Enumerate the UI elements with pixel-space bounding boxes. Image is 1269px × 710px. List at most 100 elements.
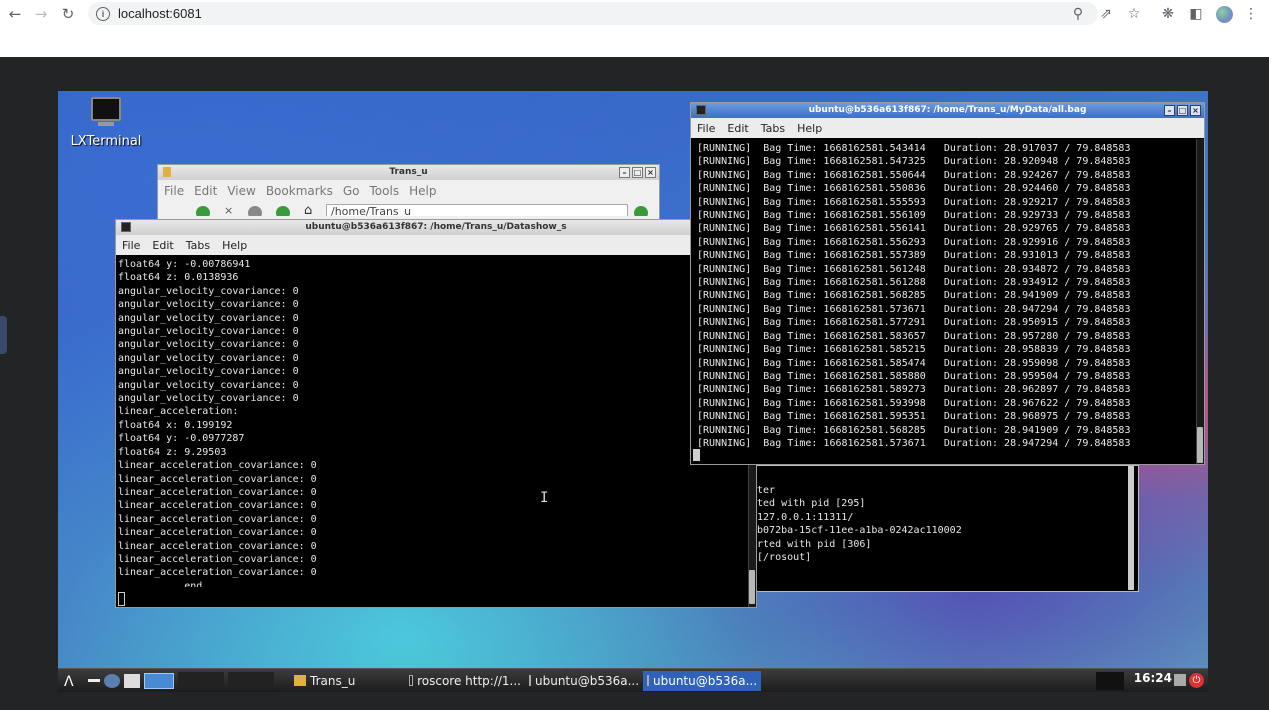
terminal-line: [RUNNING] Bag Time: 1668162581.557389 Du…	[697, 250, 1131, 262]
extensions-icon[interactable]: ❋	[1158, 4, 1178, 24]
task-trans-u[interactable]: Trans_u	[290, 671, 405, 691]
menu-edit[interactable]: Edit	[152, 239, 173, 252]
back-arrow-icon[interactable]: ←	[4, 3, 26, 25]
home-icon[interactable]: ⌂	[304, 203, 312, 216]
rosbag-terminal-titlebar[interactable]: ubuntu@b536a613f867: /home/Trans_u/MyDat…	[691, 103, 1204, 118]
screen-lock-icon[interactable]	[1174, 674, 1186, 686]
workspace-2[interactable]	[178, 671, 224, 690]
forward-icon[interactable]	[276, 206, 290, 216]
imu-terminal-output[interactable]: float64 y: -0.00786941 float64 z: 0.01389…	[116, 255, 756, 587]
minimize-all-icon[interactable]	[88, 679, 100, 682]
menu-go[interactable]: Go	[343, 184, 360, 198]
menu-file[interactable]: File	[697, 122, 715, 135]
close-button[interactable]: ×	[1190, 105, 1201, 116]
terminal-line: ster	[751, 485, 776, 496]
roscore-scrollbar[interactable]	[1128, 466, 1134, 590]
terminal-icon	[647, 675, 649, 686]
scroll-thumb[interactable]	[749, 570, 755, 604]
menu-bookmarks[interactable]: Bookmarks	[266, 184, 333, 198]
terminal-line: linear_acceleration_covariance: 0	[118, 486, 317, 498]
minimize-button[interactable]: –	[619, 167, 630, 178]
terminal-line: [RUNNING] Bag Time: 1668162581.550836 Du…	[697, 183, 1131, 195]
stop-icon[interactable]	[248, 206, 262, 216]
location-input[interactable]: /home/Trans_u	[326, 204, 628, 216]
address-bar[interactable]: i localhost:6081	[88, 2, 1098, 25]
roscore-terminal-output: ster rted with pid [295]/127.0.0.1:11311/…	[741, 466, 1138, 564]
imu-terminal-menubar: File Edit Tabs Help	[116, 235, 756, 255]
menu-edit[interactable]: Edit	[727, 122, 748, 135]
terminal-line: angular_velocity_covariance: 0	[118, 366, 299, 378]
close-button[interactable]: ×	[645, 167, 656, 178]
menu-file[interactable]: File	[164, 184, 184, 198]
desktop-pager-icon[interactable]	[144, 672, 174, 689]
zoom-icon[interactable]: ⚲	[1068, 4, 1088, 24]
task-ubuntu-terminal-1[interactable]: ubuntu@b536a...	[525, 671, 643, 691]
terminal-line: [RUNNING] Bag Time: 1668162581.543414 Du…	[697, 143, 1131, 154]
site-info-icon[interactable]: i	[96, 6, 110, 21]
terminal-line: linear_acceleration_covariance: 0	[118, 540, 317, 552]
browser-menu-icon[interactable]: ⋮	[1241, 4, 1261, 24]
task-label: roscore http://1...	[417, 673, 521, 688]
menu-help[interactable]: Help	[409, 184, 436, 198]
maximize-button[interactable]: □	[1177, 105, 1188, 116]
back-icon[interactable]	[196, 206, 210, 216]
file-manager-window[interactable]: Trans_u – □ × File Edit View Bookmarks Go …	[157, 164, 660, 222]
terminal-line: [RUNNING] Bag Time: 1668162581.555593 Du…	[697, 196, 1131, 208]
task-roscore[interactable]: roscore http://1...	[405, 671, 525, 691]
workspace-3[interactable]	[228, 671, 274, 690]
lxde-taskbar: Λ Trans_u roscore http://1... ubuntu@b53…	[58, 668, 1208, 692]
forward-arrow-icon[interactable]: →	[30, 3, 52, 25]
vnc-side-panel-handle[interactable]	[0, 316, 7, 354]
terminal-line: arted with pid [306]	[751, 538, 872, 550]
url-text: localhost:6081	[118, 6, 202, 21]
terminal-launcher-icon[interactable]	[124, 673, 140, 688]
menu-help[interactable]: Help	[797, 122, 822, 135]
go-icon[interactable]	[634, 206, 648, 216]
terminal-line: linear_acceleration_covariance: 0	[118, 513, 317, 525]
start-menu-icon[interactable]: Λ	[64, 674, 84, 690]
terminal-line: linear_acceleration_covariance: 0	[118, 567, 317, 579]
logout-power-icon[interactable]: ⏻	[1189, 673, 1204, 688]
menu-view[interactable]: View	[227, 184, 255, 198]
clock[interactable]: 16:24	[1134, 671, 1172, 685]
desktop-icon-lxterminal[interactable]: LXTerminal	[68, 97, 144, 149]
window-title: Trans_u	[389, 167, 428, 177]
rosbag-terminal-output[interactable]: [RUNNING] Bag Time: 1668162581.543414 Du…	[691, 138, 1204, 458]
bookmark-star-icon[interactable]: ☆	[1124, 4, 1144, 24]
app-icon	[294, 675, 306, 686]
imu-terminal-titlebar[interactable]: ubuntu@b536a613f867: /home/Trans_u/Datas…	[116, 220, 756, 235]
window-title: ubuntu@b536a613f867: /home/Trans_u/Datas…	[305, 222, 567, 232]
share-icon[interactable]: ⇗	[1096, 4, 1116, 24]
file-manager-menubar: File Edit View Bookmarks Go Tools Help	[158, 180, 659, 202]
terminal-line: float64 y: -0.00786941	[118, 259, 251, 270]
menu-file[interactable]: File	[122, 239, 140, 252]
maximize-button[interactable]: □	[632, 167, 643, 178]
task-ubuntu-terminal-2[interactable]: ubuntu@b536a...	[643, 670, 761, 691]
file-manager-titlebar[interactable]: Trans_u – □ ×	[158, 165, 659, 180]
menu-help[interactable]: Help	[222, 239, 247, 252]
menu-tools[interactable]: Tools	[370, 184, 400, 198]
file-manager-icon[interactable]	[104, 673, 120, 688]
terminal-line: [RUNNING] Bag Time: 1668162581.585215 Du…	[697, 344, 1131, 356]
rosbag-terminal-window[interactable]: ubuntu@b536a613f867: /home/Trans_u/MyDat…	[690, 102, 1205, 465]
terminal-line: [RUNNING] Bag Time: 1668162581.573671 Du…	[697, 437, 1131, 449]
menu-tabs[interactable]: Tabs	[761, 122, 785, 135]
system-tray	[1096, 672, 1124, 690]
side-panel-icon[interactable]: ◧	[1186, 4, 1206, 24]
menu-edit[interactable]: Edit	[194, 184, 217, 198]
scroll-thumb[interactable]	[1197, 427, 1203, 463]
reload-icon[interactable]: ↻	[57, 3, 79, 25]
close-icon[interactable]: ×	[224, 204, 233, 216]
roscore-terminal-window[interactable]: ster rted with pid [295]/127.0.0.1:11311/…	[740, 465, 1139, 592]
terminal-line: linear_acceleration_covariance: 0	[118, 500, 317, 512]
rosbag-terminal-scrollbar[interactable]	[1196, 139, 1204, 464]
terminal-line: angular_velocity_covariance: 0	[118, 285, 299, 297]
imu-terminal-window[interactable]: ubuntu@b536a613f867: /home/Trans_u/Datas…	[115, 219, 757, 608]
terminal-line: angular_velocity_covariance: 0	[118, 352, 299, 364]
profile-avatar-icon[interactable]	[1214, 4, 1234, 24]
menu-tabs[interactable]: Tabs	[186, 239, 210, 252]
taskbar-launchers: Λ	[58, 669, 290, 692]
terminal-line: angular_velocity_covariance: 0	[118, 393, 299, 405]
terminal-line: [RUNNING] Bag Time: 1668162581.547325 Du…	[697, 156, 1131, 168]
minimize-button[interactable]: –	[1164, 105, 1175, 116]
